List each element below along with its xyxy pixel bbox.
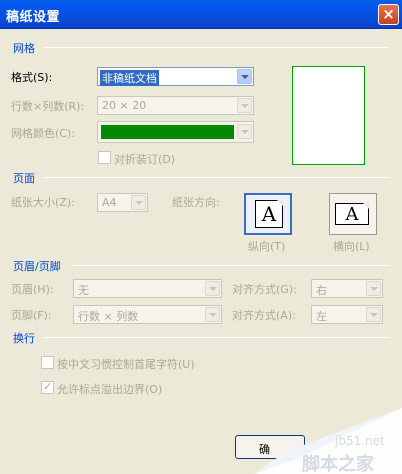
header-value: 无: [78, 284, 89, 297]
chevron-down-icon: [131, 195, 146, 210]
footer-label: 页脚(F):: [11, 309, 52, 322]
close-button[interactable]: ×: [378, 4, 399, 25]
grid-rowcol-label: 行数×列数(R):: [11, 100, 85, 113]
orientation-label: 纸张方向:: [172, 196, 220, 209]
watermark-site: jb51.net: [335, 434, 385, 448]
chevron-down-icon: [366, 281, 381, 296]
chevron-down-icon: [366, 307, 381, 322]
footer-align-label: 对齐方式(A):: [232, 309, 296, 322]
footer-align-value: 左: [316, 310, 327, 323]
paper-size-label: 纸张大小(Z):: [11, 196, 75, 209]
grid-style-value: 非稿纸文档: [100, 70, 159, 86]
portrait-button[interactable]: A: [244, 193, 292, 235]
header-align-label: 对齐方式(G):: [232, 283, 297, 296]
section-grid-title: 网格: [13, 42, 35, 55]
landscape-page-icon: A: [335, 203, 369, 225]
chevron-down-icon: [237, 124, 252, 139]
fold-binding-label: 对折装订(D): [114, 153, 176, 166]
chevron-down-icon: [205, 307, 220, 322]
title-bar: [0, 0, 402, 29]
footer-align-select[interactable]: 左: [311, 305, 383, 324]
section-wrap-title: 换行: [13, 332, 35, 345]
paper-size-select[interactable]: A4: [97, 193, 148, 212]
section-divider: [72, 265, 389, 266]
landscape-button[interactable]: A: [329, 193, 377, 235]
chevron-down-icon: [237, 69, 252, 84]
portrait-page-icon: A: [255, 200, 283, 228]
wrap-option1-checkbox[interactable]: [41, 356, 54, 369]
fold-binding-checkbox[interactable]: [98, 151, 111, 164]
grid-style-label: 格式(S):: [11, 71, 53, 84]
close-icon: ×: [382, 5, 395, 23]
header-select[interactable]: 无: [73, 279, 222, 298]
paper-size-value: A4: [102, 196, 117, 209]
footer-select[interactable]: 行数 × 列数: [73, 305, 222, 324]
watermark-name: 脚本之家: [302, 454, 374, 474]
chevron-down-icon: [205, 281, 220, 296]
section-divider: [44, 47, 389, 48]
grid-color-swatch: [101, 125, 234, 139]
dialog-title: 稿纸设置: [6, 10, 61, 25]
grid-style-select[interactable]: 非稿纸文档: [97, 67, 254, 86]
section-divider: [44, 337, 389, 338]
grid-rowcol-value: 20 × 20: [102, 99, 147, 112]
section-page-title: 页面: [13, 172, 35, 185]
section-headerfooter-title: 页眉/页脚: [13, 260, 61, 273]
wrap-option2-label: 允许标点溢出边界(O): [57, 383, 163, 396]
grid-rowcol-select[interactable]: 20 × 20: [97, 96, 254, 115]
header-align-select[interactable]: 右: [311, 279, 383, 298]
landscape-label: 横向(L): [333, 240, 370, 253]
wrap-option2-checkbox[interactable]: [41, 380, 54, 394]
grid-preview: [292, 66, 365, 165]
section-divider: [44, 177, 389, 178]
grid-color-label: 网格颜色(C):: [11, 127, 75, 140]
portrait-label: 纵向(T): [248, 240, 286, 253]
grid-color-select[interactable]: [97, 121, 254, 143]
header-label: 页眉(H):: [11, 283, 54, 296]
chevron-down-icon: [237, 98, 252, 113]
wrap-option1-label: 按中文习惯控制首尾字符(U): [57, 358, 195, 371]
header-align-value: 右: [316, 284, 327, 297]
footer-value: 行数 × 列数: [78, 310, 139, 323]
